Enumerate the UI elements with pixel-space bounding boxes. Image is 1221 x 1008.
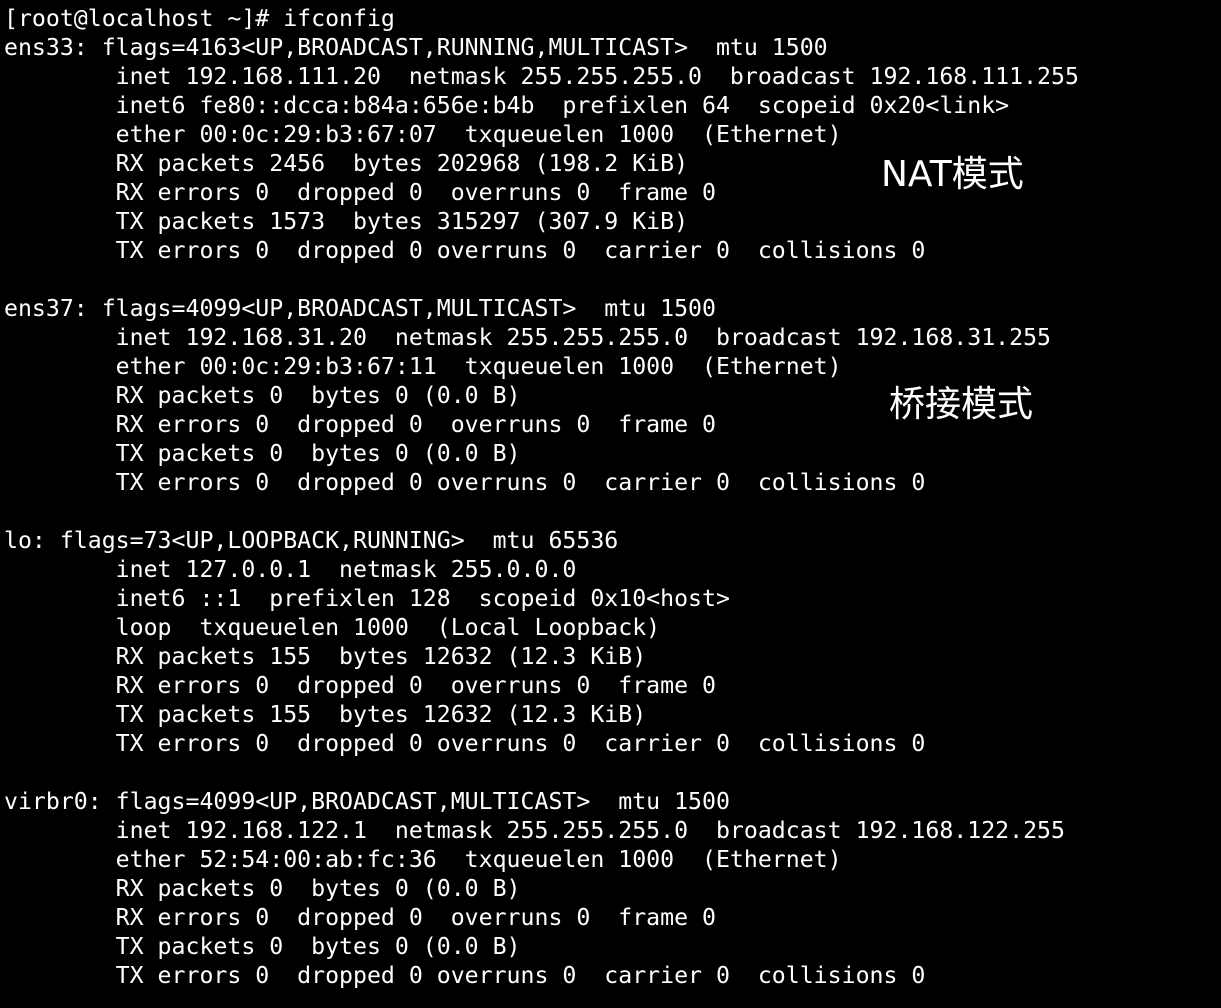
terminal-line: RX packets 0 bytes 0 (0.0 B) — [4, 875, 521, 902]
terminal-line: RX packets 2456 bytes 202968 (198.2 KiB) — [4, 150, 689, 177]
terminal-line: RX errors 0 dropped 0 overruns 0 frame 0 — [4, 904, 716, 931]
terminal-line: ether 00:0c:29:b3:67:07 txqueuelen 1000 … — [4, 121, 842, 148]
terminal-line: ether 52:54:00:ab:fc:36 txqueuelen 1000 … — [4, 846, 842, 873]
terminal-line: ether 00:0c:29:b3:67:11 txqueuelen 1000 … — [4, 353, 842, 380]
terminal-line: inet 127.0.0.1 netmask 255.0.0.0 — [4, 556, 577, 583]
nat-mode-annotation: NAT模式 — [881, 154, 1024, 195]
terminal-line: RX errors 0 dropped 0 overruns 0 frame 0 — [4, 411, 716, 438]
terminal-line: TX packets 155 bytes 12632 (12.3 KiB) — [4, 701, 647, 728]
terminal-line: virbr0: flags=4099<UP,BROADCAST,MULTICAS… — [4, 788, 730, 815]
terminal-line: inet 192.168.122.1 netmask 255.255.255.0… — [4, 817, 1065, 844]
terminal-line: inet6 ::1 prefixlen 128 scopeid 0x10<hos… — [4, 585, 730, 612]
terminal-line: ens37: flags=4099<UP,BROADCAST,MULTICAST… — [4, 295, 716, 322]
terminal-line: TX errors 0 dropped 0 overruns 0 carrier… — [4, 962, 926, 989]
terminal-line: ens33: flags=4163<UP,BROADCAST,RUNNING,M… — [4, 34, 828, 61]
terminal-line: [root@localhost ~]# ifconfig — [4, 5, 395, 32]
terminal-line: inet6 fe80::dcca:b84a:656e:b4b prefixlen… — [4, 92, 1010, 119]
terminal-line: inet 192.168.111.20 netmask 255.255.255.… — [4, 63, 1079, 90]
terminal-line: loop txqueuelen 1000 (Local Loopback) — [4, 614, 661, 641]
terminal-line: TX packets 1573 bytes 315297 (307.9 KiB) — [4, 208, 689, 235]
terminal-line: TX packets 0 bytes 0 (0.0 B) — [4, 933, 521, 960]
terminal-line: RX errors 0 dropped 0 overruns 0 frame 0 — [4, 672, 716, 699]
terminal-line: lo: flags=73<UP,LOOPBACK,RUNNING> mtu 65… — [4, 527, 619, 554]
terminal-line: TX packets 0 bytes 0 (0.0 B) — [4, 440, 521, 467]
terminal-line: TX errors 0 dropped 0 overruns 0 carrier… — [4, 469, 926, 496]
terminal-line: RX packets 155 bytes 12632 (12.3 KiB) — [4, 643, 647, 670]
terminal-line: TX errors 0 dropped 0 overruns 0 carrier… — [4, 237, 926, 264]
bridge-mode-annotation: 桥接模式 — [889, 384, 1034, 425]
terminal-line: RX errors 0 dropped 0 overruns 0 frame 0 — [4, 179, 716, 206]
terminal-window[interactable]: [root@localhost ~]# ifconfig ens33: flag… — [0, 0, 1221, 1008]
terminal-line: TX errors 0 dropped 0 overruns 0 carrier… — [4, 730, 926, 757]
terminal-line: RX packets 0 bytes 0 (0.0 B) — [4, 382, 521, 409]
terminal-line: inet 192.168.31.20 netmask 255.255.255.0… — [4, 324, 1052, 351]
